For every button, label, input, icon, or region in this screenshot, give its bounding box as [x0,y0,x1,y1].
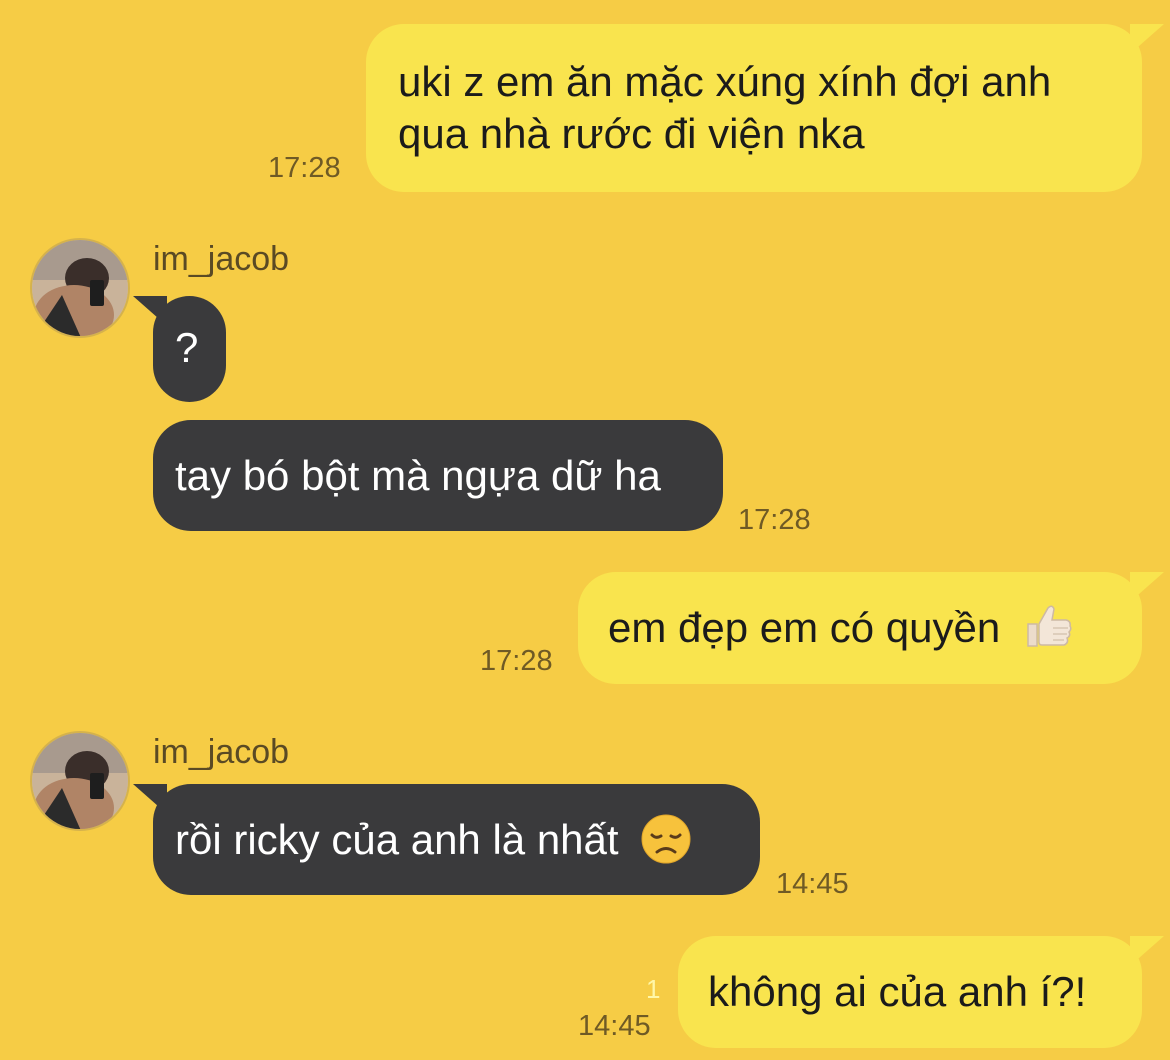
avatar-photo [32,733,128,829]
message-text: ? [175,324,199,371]
message-timestamp: 14:45 [578,1010,651,1042]
avatar-photo [32,240,128,336]
message-text: rồi ricky của anh là nhất [175,816,619,863]
message-bubble-outgoing[interactable]: uki z em ăn mặc xúng xính đợi anh qua nh… [366,24,1164,192]
message-timestamp: 17:28 [268,152,341,184]
thumbs-up-icon [1027,605,1072,647]
message-text-line: qua nhà rước đi viện nka [398,110,865,157]
message-text: em đẹp em có quyền [608,604,1001,651]
message-timestamp: 17:28 [480,645,553,677]
message-bubble-incoming[interactable]: rồi ricky của anh là nhất [133,784,760,895]
disappointed-face-icon [641,814,691,864]
contact-avatar[interactable] [30,238,130,338]
contact-avatar[interactable] [30,731,130,831]
sender-name: im_jacob [153,240,290,278]
message-bubble-outgoing[interactable]: không ai của anh í?! [678,936,1164,1048]
message-timestamp: 14:45 [776,868,849,900]
message-bubble-incoming[interactable]: tay bó bột mà ngựa dữ ha [153,420,723,531]
message-text: không ai của anh í?! [708,968,1087,1015]
unread-count: 1 [646,974,661,1004]
message-timestamp: 17:28 [738,504,811,536]
sender-name: im_jacob [153,733,290,771]
message-bubble-incoming[interactable]: ? [133,296,226,402]
message-text-line: uki z em ăn mặc xúng xính đợi anh [398,58,1052,105]
message-text: tay bó bột mà ngựa dữ ha [175,452,661,499]
message-bubble-outgoing[interactable]: em đẹp em có quyền [578,572,1164,684]
